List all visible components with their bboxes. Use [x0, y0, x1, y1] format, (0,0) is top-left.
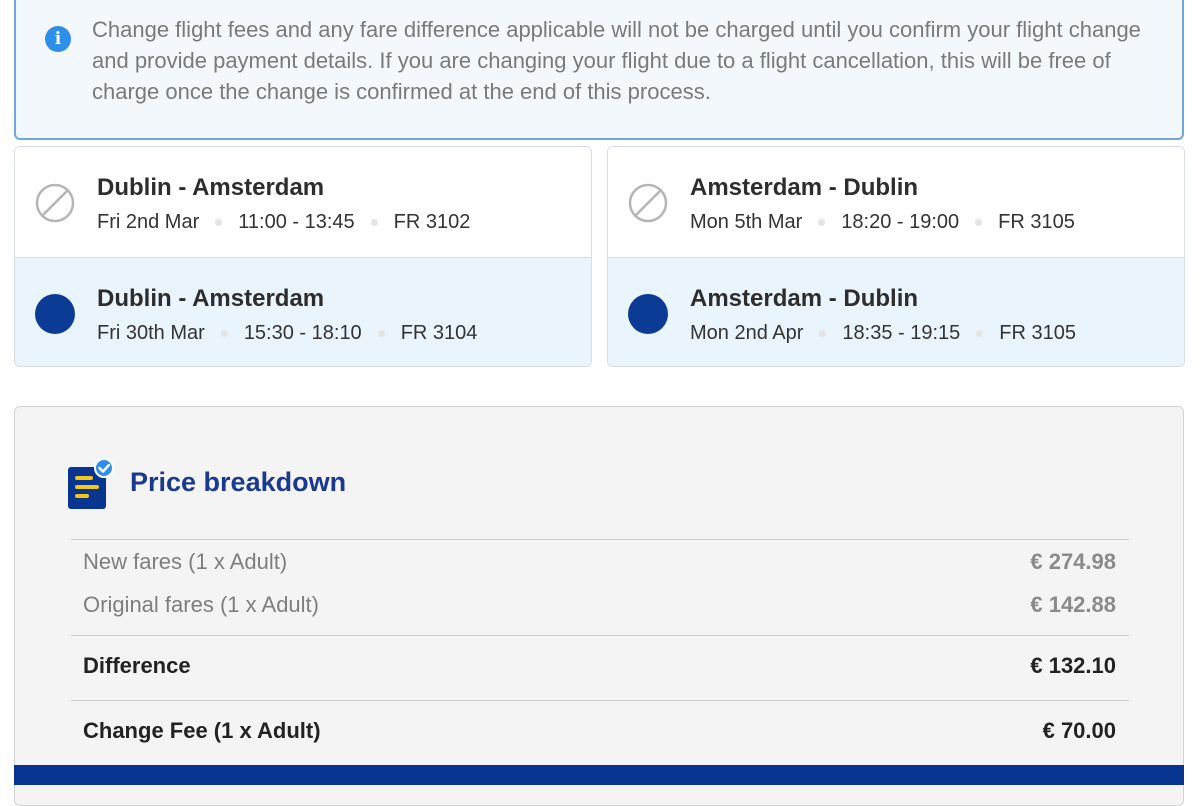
flight-date: Fri 2nd Mar: [97, 211, 200, 233]
price-breakdown-title: Price breakdown: [130, 467, 347, 497]
divider: [71, 700, 1129, 701]
route-title: Dublin - Amsterdam: [97, 285, 325, 312]
difference-amount: € 132.10: [1030, 653, 1116, 678]
original-fares-row: Original fares (1 x Adult) € 142.88: [83, 592, 1116, 618]
original-inbound-flight: Amsterdam - Dublin Mon 5th Mar 18:20 - 1…: [608, 147, 1184, 257]
new-outbound-flight[interactable]: Dublin - Amsterdam Fri 30th Mar 15:30 - …: [15, 257, 591, 366]
cancelled-icon: [35, 183, 75, 223]
new-fares-amount: € 274.98: [1030, 549, 1116, 574]
info-icon: i: [45, 26, 71, 52]
flight-date: Fri 30th Mar: [97, 322, 205, 344]
flight-meta: Mon 5th Mar 18:20 - 19:00 FR 3105: [690, 211, 1075, 234]
info-text: Change flight fees and any fare differen…: [92, 17, 1141, 104]
separator-dot: [215, 219, 223, 226]
new-inbound-flight[interactable]: Amsterdam - Dublin Mon 2nd Apr 18:35 - 1…: [608, 257, 1184, 366]
flight-time: 18:35 - 19:15: [842, 322, 961, 344]
selected-dot-icon: [628, 294, 668, 334]
flight-time: 15:30 - 18:10: [243, 322, 362, 344]
flight-number: FR 3104: [400, 322, 478, 344]
flight-meta: Fri 30th Mar 15:30 - 18:10 FR 3104: [97, 322, 477, 345]
separator-dot: [220, 330, 228, 337]
price-breakdown-panel: Price breakdown New fares (1 x Adult) € …: [14, 406, 1184, 806]
separator-dot: [370, 219, 378, 226]
original-outbound-flight: Dublin - Amsterdam Fri 2nd Mar 11:00 - 1…: [15, 147, 591, 257]
new-fares-row: New fares (1 x Adult) € 274.98: [83, 549, 1116, 575]
separator-dot: [377, 330, 385, 337]
route-title: Amsterdam - Dublin: [690, 285, 919, 312]
change-fee-label: Change Fee (1 x Adult): [83, 718, 321, 743]
continue-bar[interactable]: [14, 765, 1184, 785]
route-title: Amsterdam - Dublin: [690, 174, 919, 201]
route-title: Dublin - Amsterdam: [97, 174, 325, 201]
divider: [71, 539, 1129, 540]
flight-time: 11:00 - 13:45: [238, 211, 355, 233]
separator-dot: [819, 330, 827, 337]
change-fee-amount: € 70.00: [1042, 718, 1116, 743]
info-banner: i Change flight fees and any fare differ…: [14, 0, 1184, 140]
separator-dot: [818, 219, 826, 226]
new-fares-label: New fares (1 x Adult): [83, 549, 288, 574]
change-fee-row: Change Fee (1 x Adult) € 70.00: [83, 718, 1116, 744]
divider: [71, 635, 1129, 636]
flight-number: FR 3105: [998, 211, 1075, 233]
flight-meta: Fri 2nd Mar 11:00 - 13:45 FR 3102: [97, 211, 470, 234]
flight-time: 18:20 - 19:00: [841, 211, 960, 233]
flight-date: Mon 2nd Apr: [690, 322, 804, 344]
document-check-icon: [68, 459, 114, 509]
original-fares-label: Original fares (1 x Adult): [83, 592, 319, 617]
selected-dot-icon: [35, 294, 75, 334]
cancelled-icon: [628, 183, 668, 223]
flight-number: FR 3105: [999, 322, 1077, 344]
flight-number: FR 3102: [393, 211, 471, 233]
original-fares-amount: € 142.88: [1030, 592, 1116, 617]
flight-date: Mon 5th Mar: [690, 211, 803, 233]
inbound-flight-card: Amsterdam - Dublin Mon 5th Mar 18:20 - 1…: [607, 146, 1185, 367]
difference-row: Difference € 132.10: [83, 653, 1116, 679]
difference-label: Difference: [83, 653, 191, 678]
outbound-flight-card: Dublin - Amsterdam Fri 2nd Mar 11:00 - 1…: [14, 146, 592, 367]
separator-dot: [976, 330, 984, 337]
separator-dot: [975, 219, 983, 226]
flight-meta: Mon 2nd Apr 18:35 - 19:15 FR 3105: [690, 322, 1076, 345]
